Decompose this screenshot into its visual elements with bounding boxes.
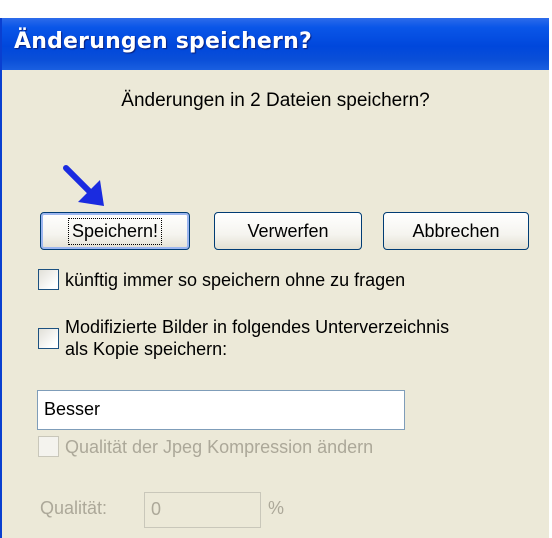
title-bar[interactable]: Änderungen speichern? bbox=[2, 18, 549, 70]
always-save-option[interactable]: künftig immer so speichern ohne zu frage… bbox=[38, 269, 405, 291]
change-quality-option: Qualität der Jpeg Kompression ändern bbox=[38, 436, 373, 458]
save-changes-dialog: Änderungen speichern? Änderungen in 2 Da… bbox=[0, 18, 549, 538]
change-quality-label: Qualität der Jpeg Kompression ändern bbox=[65, 437, 374, 457]
save-copy-label: Modifizierte Bilder in folgendes Unterve… bbox=[65, 316, 449, 360]
save-button-label: Speichern! bbox=[67, 217, 163, 245]
discard-button[interactable]: Verwerfen bbox=[214, 212, 362, 250]
subfolder-input[interactable]: Besser bbox=[37, 390, 405, 430]
dialog-message: Änderungen in 2 Dateien speichern? bbox=[121, 90, 430, 111]
quality-unit: % bbox=[268, 498, 285, 518]
always-save-checkbox[interactable] bbox=[38, 269, 59, 290]
dialog-title: Änderungen speichern? bbox=[14, 29, 312, 54]
save-copy-label-line1: Modifizierte Bilder in folgendes Unterve… bbox=[65, 317, 450, 337]
save-copy-checkbox[interactable] bbox=[38, 328, 59, 349]
cancel-button-label: Abbrechen bbox=[412, 220, 500, 241]
save-copy-label-line2: als Kopie speichern: bbox=[65, 339, 228, 359]
save-button[interactable]: Speichern! bbox=[40, 212, 190, 250]
discard-button-label: Verwerfen bbox=[247, 220, 329, 241]
always-save-label: künftig immer so speichern ohne zu frage… bbox=[65, 270, 406, 290]
arrow-down-right-icon bbox=[63, 165, 104, 206]
cancel-button[interactable]: Abbrechen bbox=[383, 212, 529, 250]
save-copy-option[interactable]: Modifizierte Bilder in folgendes Unterve… bbox=[38, 316, 449, 360]
change-quality-checkbox bbox=[38, 436, 59, 457]
quality-input: 0 bbox=[144, 492, 261, 528]
quality-label: Qualität: bbox=[40, 498, 108, 518]
